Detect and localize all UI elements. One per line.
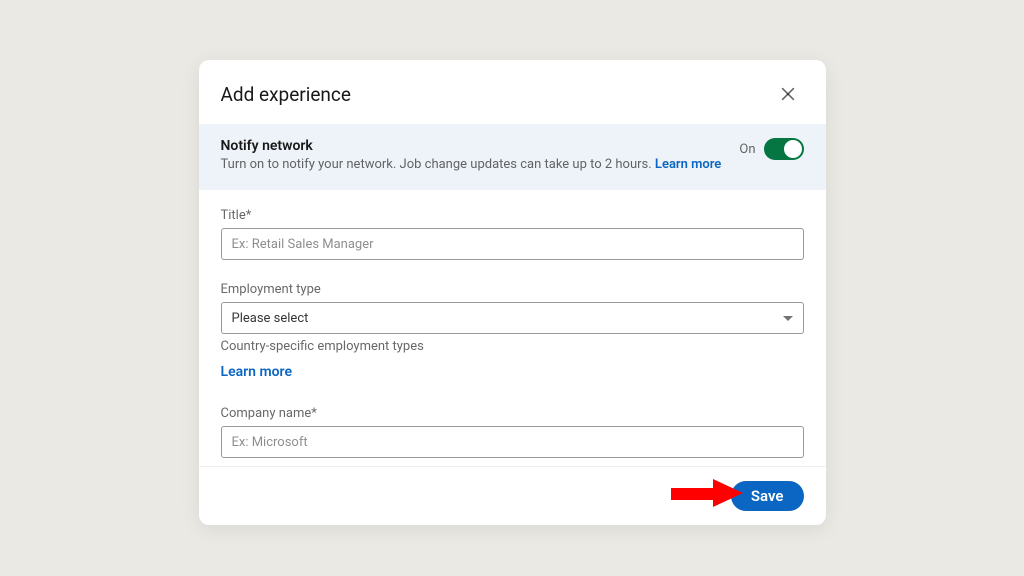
employment-type-field: Employment type Please select Country-sp…: [221, 282, 804, 380]
company-name-input[interactable]: [221, 426, 804, 458]
employment-type-learn-more-link[interactable]: Learn more: [221, 364, 804, 380]
title-input[interactable]: [221, 228, 804, 260]
toggle-state-label: On: [739, 142, 755, 157]
chevron-down-icon: [783, 316, 793, 321]
company-name-field: Company name*: [221, 406, 804, 458]
employment-type-label: Employment type: [221, 282, 804, 297]
arrow-annotation-icon: [671, 477, 746, 509]
close-icon: [778, 84, 798, 104]
modal-body[interactable]: Notify network Turn on to notify your ne…: [199, 124, 826, 466]
modal-footer: Save: [199, 466, 826, 525]
title-label: Title*: [221, 208, 804, 223]
title-field: Title*: [221, 208, 804, 260]
company-name-label: Company name*: [221, 406, 804, 421]
modal-header: Add experience: [199, 60, 826, 124]
close-button[interactable]: [772, 78, 804, 110]
notify-learn-more-link[interactable]: Learn more: [655, 157, 721, 172]
add-experience-modal: Add experience Notify network Turn on to…: [199, 60, 826, 525]
notify-heading: Notify network: [221, 138, 728, 154]
employment-type-value: Please select: [232, 311, 309, 326]
notify-toggle-wrap: On: [739, 138, 803, 160]
notify-toggle[interactable]: [764, 138, 804, 160]
modal-title: Add experience: [221, 83, 351, 106]
employment-type-hint: Country-specific employment types: [221, 339, 804, 354]
notify-network-section: Notify network Turn on to notify your ne…: [199, 124, 826, 190]
employment-type-select[interactable]: Please select: [221, 302, 804, 334]
notify-description: Turn on to notify your network. Job chan…: [221, 156, 728, 174]
form-content: Title* Employment type Please select Cou…: [199, 190, 826, 466]
toggle-knob: [784, 140, 802, 158]
notify-text: Notify network Turn on to notify your ne…: [221, 138, 728, 174]
